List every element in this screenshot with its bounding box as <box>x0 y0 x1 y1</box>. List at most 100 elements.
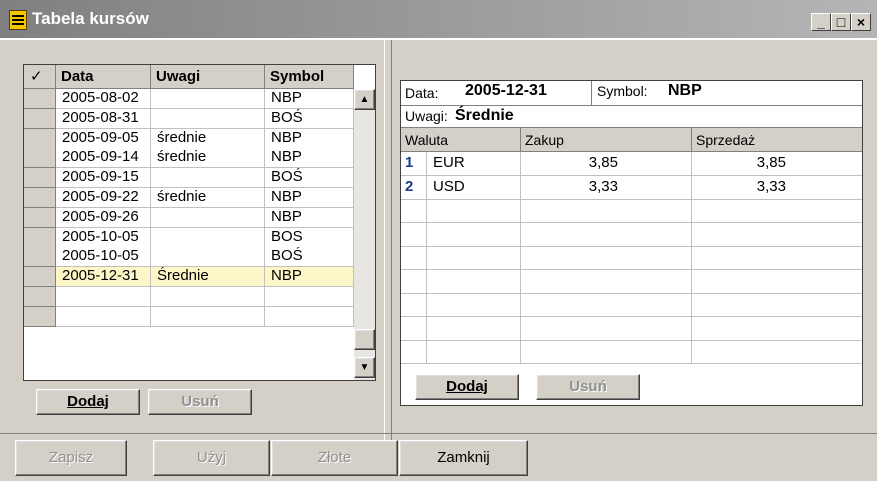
close-window-button[interactable]: Zamknij <box>399 440 528 476</box>
table-row[interactable]: 2005-09-14 średnie NBP <box>24 148 354 169</box>
column-header-data[interactable]: Data <box>56 65 151 89</box>
cell-symbol[interactable]: NBP <box>265 267 354 288</box>
cell-waluta[interactable] <box>427 269 521 294</box>
cell-waluta[interactable] <box>427 340 521 364</box>
cell-uwagi[interactable]: średnie <box>151 148 265 169</box>
rates-list-grid[interactable]: ✓ Data Uwagi Symbol 2005-08-02 NBP 2005-08… <box>23 64 376 381</box>
table-row[interactable]: 2005-09-15 BOŚ <box>24 168 354 189</box>
cell-sprzedaz[interactable]: 3,33 <box>692 176 862 200</box>
maximize-button[interactable]: □ <box>831 13 851 31</box>
table-row[interactable]: 2005-12-31 Średnie NBP <box>24 267 354 288</box>
cell-sprzedaz[interactable]: 3,85 <box>692 152 862 176</box>
add-rate-table-button[interactable]: Dodaj <box>36 389 140 415</box>
cell-data[interactable]: 2005-08-31 <box>56 108 151 129</box>
cell-waluta[interactable] <box>427 222 521 247</box>
cell-uwagi[interactable] <box>151 168 265 189</box>
cell-uwagi[interactable]: Średnie <box>151 267 265 288</box>
cell-symbol[interactable]: BOŚ <box>265 247 354 268</box>
cell-sprzedaz[interactable] <box>692 293 862 317</box>
scroll-down-arrow-icon[interactable]: ▼ <box>354 357 375 378</box>
empty-row[interactable] <box>401 340 862 364</box>
column-header-waluta[interactable]: Waluta <box>401 128 521 152</box>
empty-row[interactable] <box>401 316 862 341</box>
cell-uwagi[interactable]: średnie <box>151 188 265 208</box>
remove-rate-table-button[interactable]: Usuń <box>148 389 252 415</box>
cell-zakup[interactable] <box>521 199 692 223</box>
cell-symbol[interactable]: NBP <box>265 188 354 208</box>
cell-symbol[interactable] <box>265 287 354 307</box>
empty-row[interactable] <box>401 269 862 294</box>
cell-data[interactable] <box>56 306 151 327</box>
cell-data[interactable]: 2005-09-22 <box>56 188 151 208</box>
cell-zakup[interactable] <box>521 222 692 247</box>
table-row[interactable]: 2005-09-22 średnie NBP <box>24 188 354 208</box>
symbol-value[interactable]: NBP <box>668 82 702 100</box>
row-indicator[interactable] <box>24 188 56 208</box>
cell-zakup[interactable] <box>521 293 692 317</box>
cell-data[interactable]: 2005-09-14 <box>56 148 151 169</box>
empty-row[interactable] <box>401 246 862 270</box>
cell-symbol[interactable]: BOS <box>265 227 354 248</box>
panel-splitter[interactable] <box>384 40 392 456</box>
date-value[interactable]: 2005-12-31 <box>465 82 547 100</box>
table-row[interactable]: 2005-09-05 średnie NBP <box>24 128 354 149</box>
remove-currency-button[interactable]: Usuń <box>536 374 640 400</box>
row-indicator[interactable] <box>24 207 56 228</box>
currency-grid[interactable]: Waluta Zakup Sprzedaż 1 EUR 3,85 3,85 2 USD 3,… <box>401 127 862 367</box>
scroll-up-arrow-icon[interactable]: ▲ <box>354 89 375 110</box>
cell-uwagi[interactable] <box>151 89 265 109</box>
cell-zakup[interactable] <box>521 246 692 270</box>
cell-uwagi[interactable] <box>151 227 265 248</box>
close-button[interactable]: × <box>851 13 871 31</box>
cell-data[interactable]: 2005-10-05 <box>56 227 151 248</box>
cell-data[interactable]: 2005-09-26 <box>56 207 151 228</box>
cell-symbol[interactable]: NBP <box>265 207 354 228</box>
cell-data[interactable]: 2005-08-02 <box>56 89 151 109</box>
table-row[interactable]: 2 USD 3,33 3,33 <box>401 175 862 200</box>
table-row[interactable] <box>24 306 354 327</box>
row-indicator[interactable] <box>24 89 56 109</box>
cell-waluta[interactable] <box>427 199 521 223</box>
table-row[interactable]: 2005-10-05 BOŚ <box>24 247 354 268</box>
table-row[interactable]: 2005-08-31 BOŚ <box>24 108 354 129</box>
cell-data[interactable] <box>56 287 151 307</box>
row-indicator[interactable] <box>24 108 56 129</box>
cell-symbol[interactable]: NBP <box>265 89 354 109</box>
cell-uwagi[interactable] <box>151 247 265 268</box>
row-indicator[interactable] <box>24 128 56 149</box>
cell-data[interactable]: 2005-10-05 <box>56 247 151 268</box>
cell-waluta[interactable] <box>427 246 521 270</box>
column-header-symbol[interactable]: Symbol <box>265 65 354 89</box>
table-row[interactable]: 2005-08-02 NBP <box>24 89 354 109</box>
row-indicator[interactable] <box>24 287 56 307</box>
cell-zakup[interactable]: 3,33 <box>521 175 692 200</box>
row-indicator[interactable] <box>24 306 56 327</box>
row-indicator[interactable] <box>24 227 56 248</box>
empty-row[interactable] <box>401 222 862 247</box>
cell-data[interactable]: 2005-09-05 <box>56 128 151 149</box>
table-row[interactable]: 1 EUR 3,85 3,85 <box>401 152 862 176</box>
row-indicator[interactable] <box>24 247 56 268</box>
use-button[interactable]: Użyj <box>153 440 270 476</box>
cell-waluta[interactable] <box>427 293 521 317</box>
column-header-uwagi[interactable]: Uwagi <box>151 65 265 89</box>
cell-zakup[interactable] <box>521 269 692 294</box>
cell-data[interactable]: 2005-12-31 <box>56 267 151 288</box>
cell-symbol[interactable] <box>265 306 354 327</box>
table-row[interactable]: 2005-10-05 BOS <box>24 227 354 248</box>
row-indicator[interactable] <box>24 267 56 288</box>
row-indicator[interactable] <box>24 148 56 169</box>
empty-row[interactable] <box>401 293 862 317</box>
cell-waluta[interactable]: USD <box>427 175 521 200</box>
cell-waluta[interactable]: EUR <box>427 152 521 176</box>
cell-symbol[interactable]: BOŚ <box>265 108 354 129</box>
title-bar[interactable]: Tabela kursów _ □ × <box>0 0 877 40</box>
cell-symbol[interactable]: BOŚ <box>265 168 354 189</box>
vertical-scrollbar[interactable]: ▲ ▼ <box>354 89 375 380</box>
row-indicator[interactable] <box>24 168 56 189</box>
scroll-thumb[interactable] <box>354 329 375 350</box>
table-row[interactable]: 2005-09-26 NBP <box>24 207 354 228</box>
cell-zakup[interactable] <box>521 340 692 364</box>
cell-uwagi[interactable] <box>151 306 265 327</box>
save-button[interactable]: Zapisz <box>15 440 127 476</box>
